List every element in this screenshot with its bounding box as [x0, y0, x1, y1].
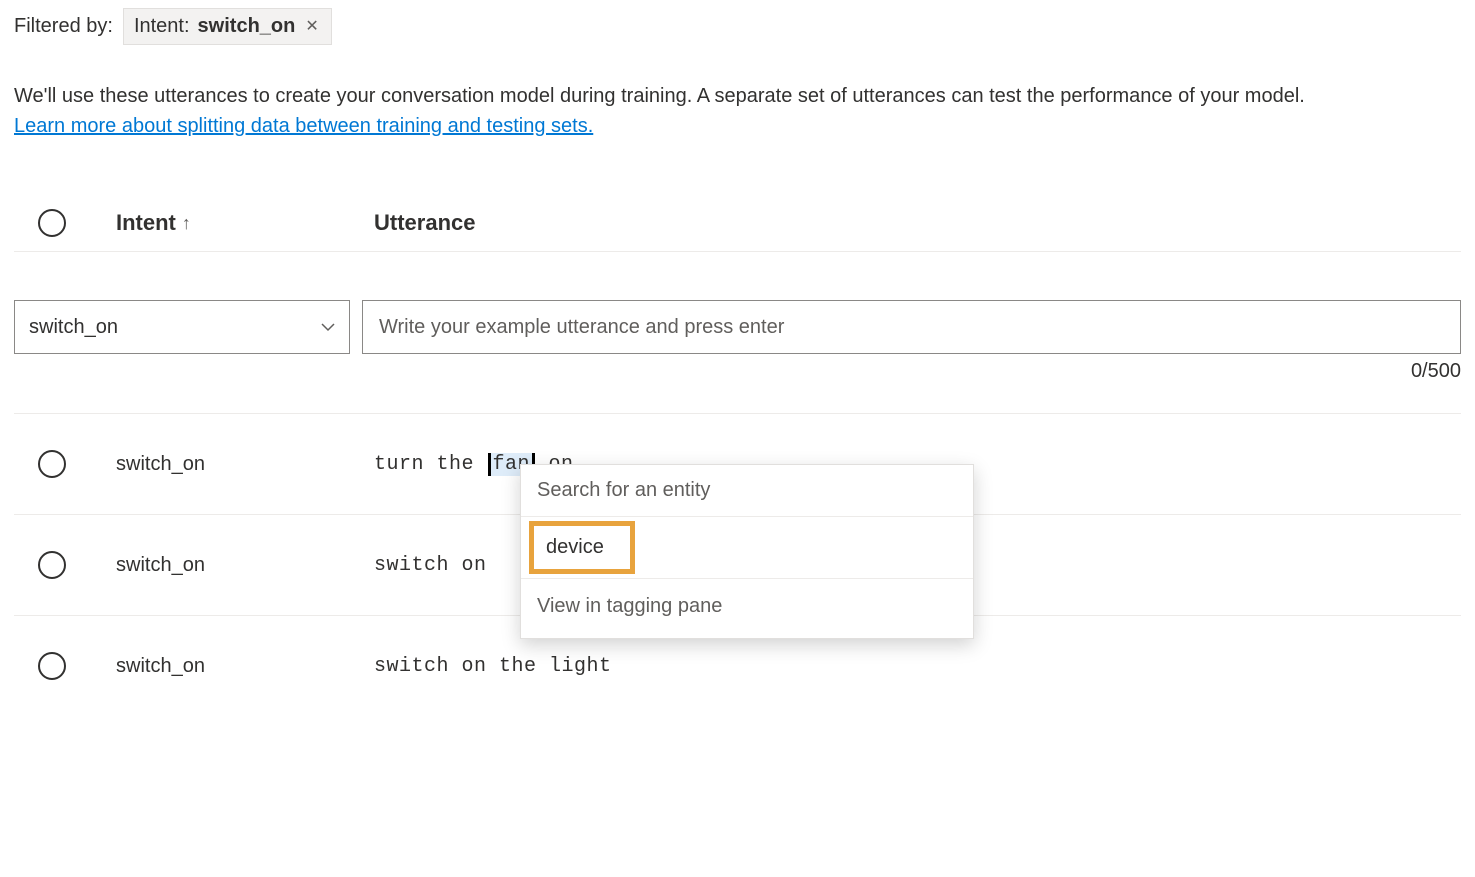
filter-bar: Filtered by: Intent: switch_on ✕ [14, 8, 1461, 45]
close-icon[interactable]: ✕ [303, 19, 320, 35]
utterances-table: Intent ↑ Utterance switch_on 0/500 switc… [14, 201, 1461, 716]
description-block: We'll use these utterances to create you… [14, 81, 1461, 141]
table-header-row: Intent ↑ Utterance [14, 201, 1461, 252]
row-intent: switch_on [116, 453, 374, 476]
row-radio[interactable] [38, 450, 66, 478]
sort-up-icon: ↑ [182, 213, 191, 234]
intent-select-value: switch_on [29, 316, 118, 339]
chevron-down-icon [321, 319, 335, 335]
intent-header-label: Intent [116, 210, 176, 236]
char-counter: 0/500 [362, 360, 1461, 383]
row-utterance[interactable]: switch on the light [374, 655, 1461, 678]
table-row[interactable]: switch_on turn the fan on Search for an … [14, 413, 1461, 515]
utterance-list: switch_on turn the fan on Search for an … [14, 413, 1461, 716]
filter-chip-value: switch_on [198, 15, 296, 38]
select-all-radio[interactable] [38, 209, 66, 237]
utterance-column-header[interactable]: Utterance [374, 210, 1461, 236]
intent-select[interactable]: switch_on [14, 300, 350, 354]
intent-column-header[interactable]: Intent ↑ [116, 210, 374, 236]
view-in-tagging-pane[interactable]: View in tagging pane [521, 578, 973, 638]
new-utterance-row: switch_on 0/500 [14, 300, 1461, 383]
select-all-col [14, 209, 116, 237]
filter-chip-prefix: Intent: [134, 15, 190, 38]
row-radio[interactable] [38, 551, 66, 579]
row-radio[interactable] [38, 652, 66, 680]
utterance-input[interactable] [362, 300, 1461, 354]
row-intent: switch_on [116, 655, 374, 678]
entity-search-input[interactable]: Search for an entity [521, 465, 973, 517]
learn-more-link[interactable]: Learn more about splitting data between … [14, 115, 593, 137]
filter-chip-intent[interactable]: Intent: switch_on ✕ [123, 8, 332, 45]
utterance-text-pre: turn the [374, 453, 487, 476]
utterance-header-label: Utterance [374, 210, 475, 235]
description-text: We'll use these utterances to create you… [14, 85, 1305, 107]
utterance-input-wrap: 0/500 [362, 300, 1461, 383]
entity-option-device[interactable]: device [529, 521, 635, 574]
row-intent: switch_on [116, 554, 374, 577]
filter-label: Filtered by: [14, 15, 113, 38]
entity-picker-popup: Search for an entity device View in tagg… [520, 464, 974, 639]
